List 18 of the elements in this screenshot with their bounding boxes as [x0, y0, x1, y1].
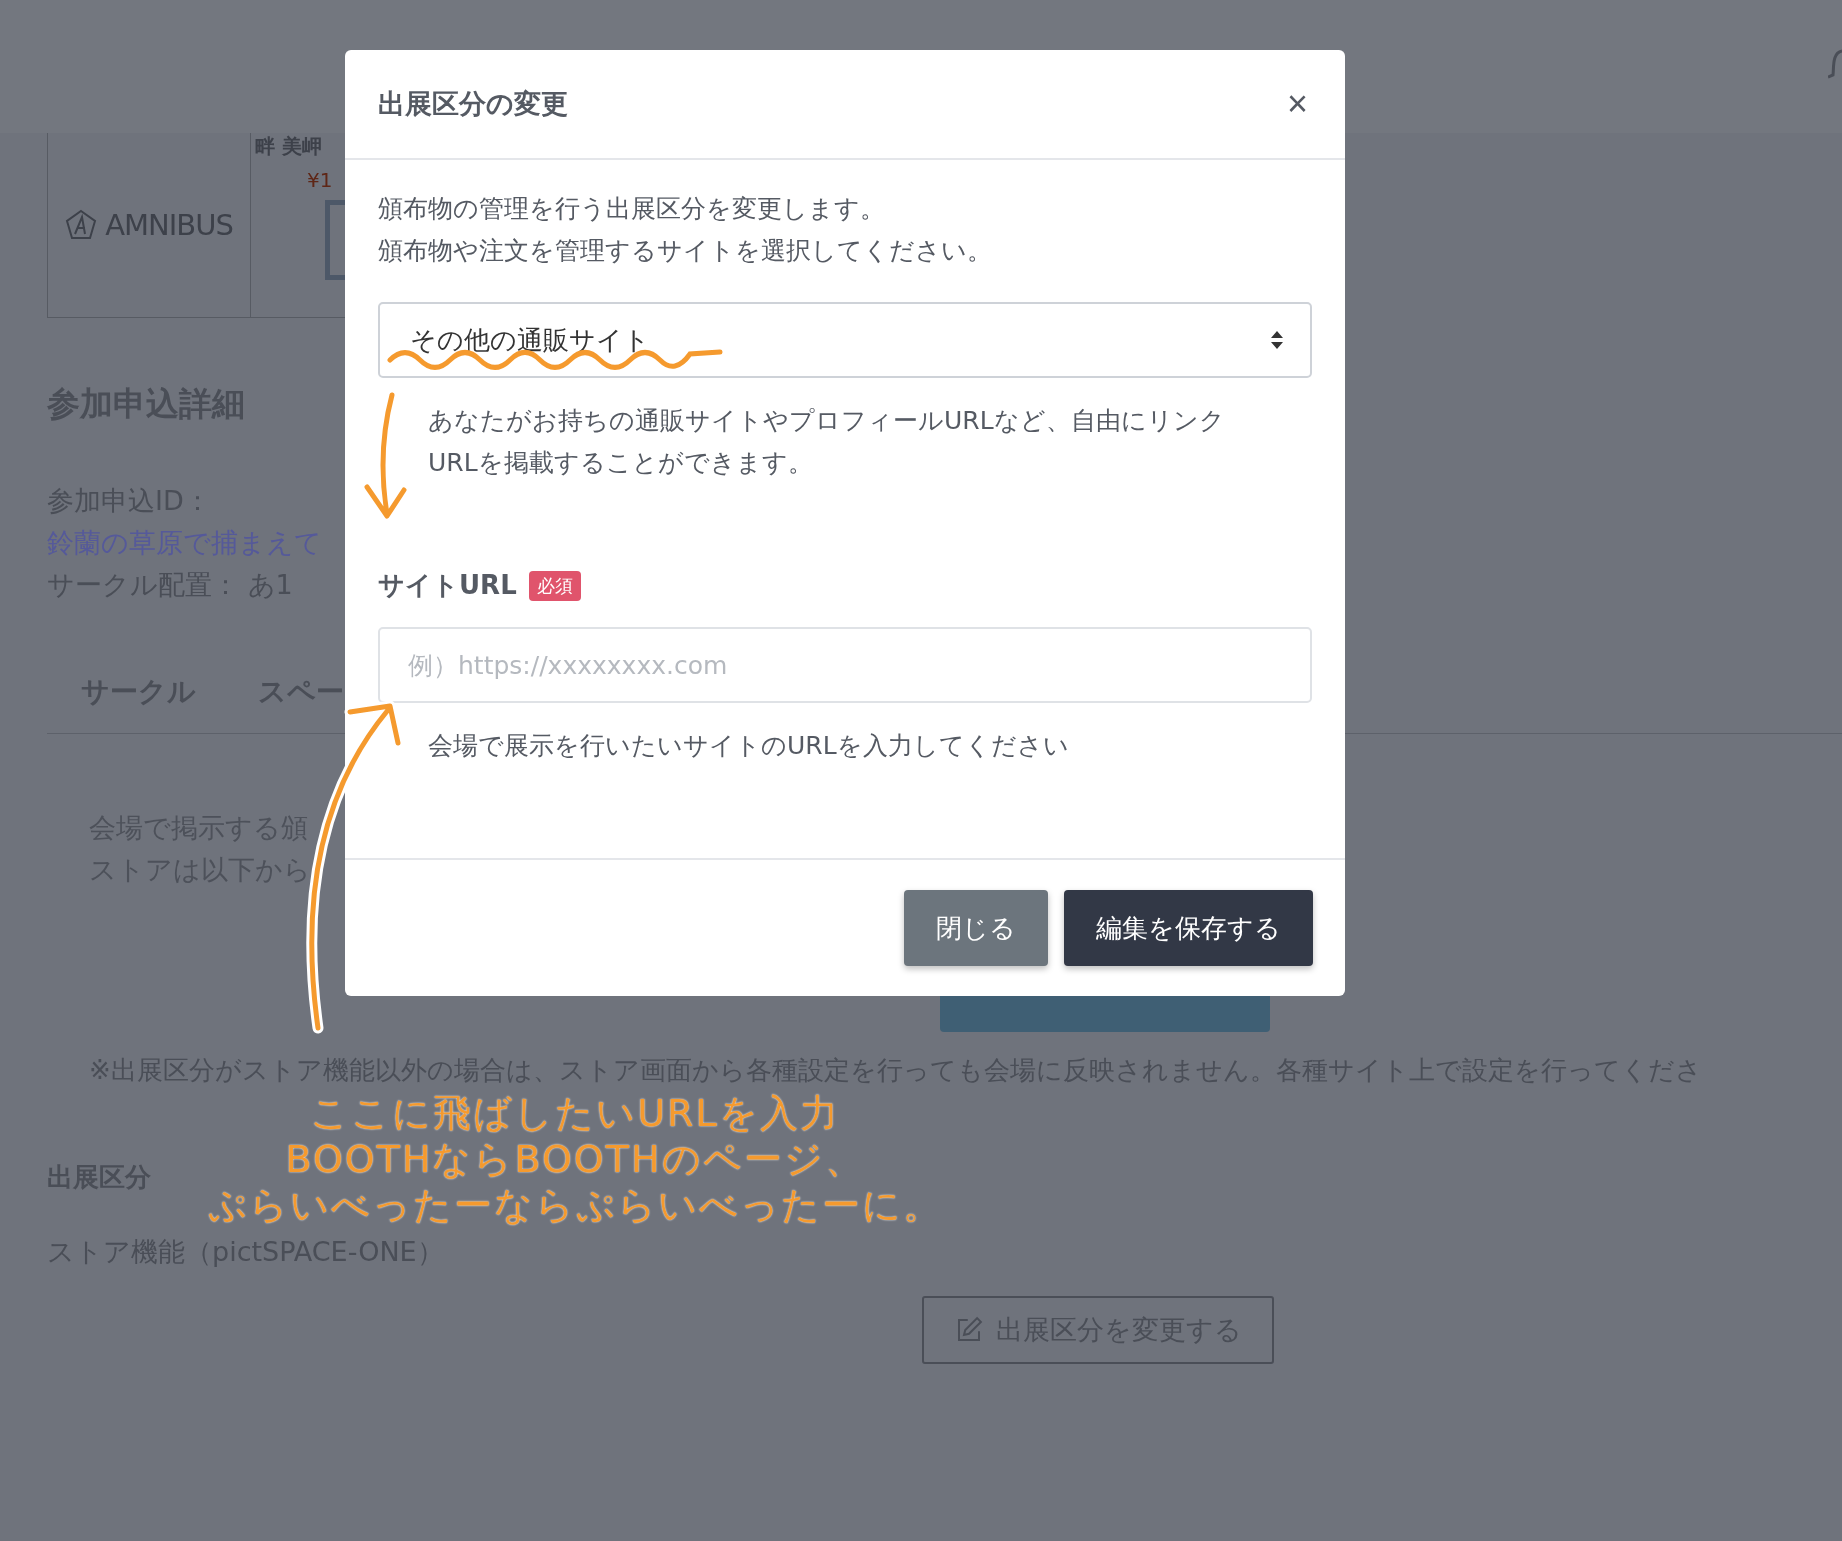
- required-badge: 必須: [528, 570, 581, 601]
- pentagon-logo-icon: [65, 209, 98, 241]
- handwritten-note: ここに飛ばしたいURLを入力: [310, 1090, 840, 1136]
- close-button[interactable]: ×: [1282, 83, 1312, 125]
- handwritten-note: BOOTHならBOOTHのページ、: [285, 1136, 865, 1182]
- description-text: 頒布物の管理を行う出展区分を変更します。: [378, 193, 886, 225]
- handwritten-note: ぷらいべったーならぷらいべったーに。: [207, 1182, 943, 1228]
- close-dialog-button[interactable]: 閉じる: [904, 890, 1048, 966]
- description-text: 頒布物や注文を管理するサイトを選択してください。: [378, 235, 993, 267]
- updown-caret-icon: [1270, 330, 1284, 350]
- modal-title: 出展区分の変更: [378, 87, 568, 121]
- url-input-field[interactable]: 例）https://xxxxxxxx.com: [378, 627, 1312, 703]
- url-label: サイトURL: [378, 569, 517, 602]
- save-button[interactable]: 編集を保存する: [1064, 890, 1313, 966]
- select-help-text: あなたがお持ちの通販サイトやプロフィールURLなど、自由にリンクURLを掲載することができます。: [427, 405, 1226, 479]
- item-price: ¥1: [306, 168, 333, 192]
- category-select[interactable]: その他の通販サイト: [378, 302, 1312, 378]
- url-help-text: 会場で展示を行いたいサイトのURLを入力してください: [427, 730, 1070, 762]
